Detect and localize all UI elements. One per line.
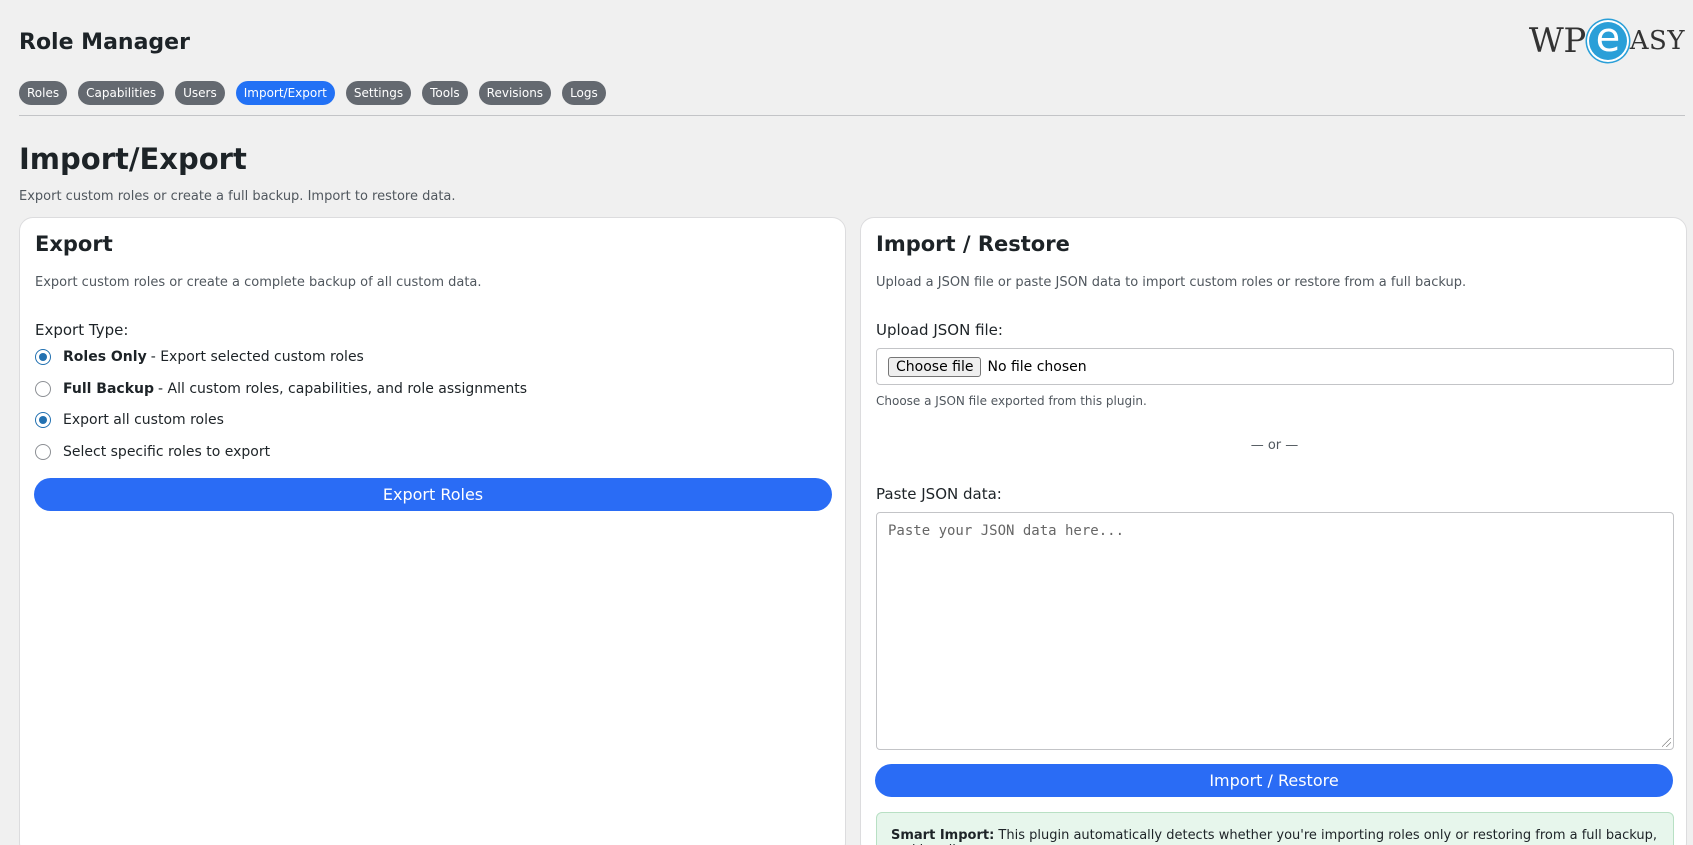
smart-import-notice: Smart Import: This plugin automatically … — [876, 812, 1674, 845]
radio-export-all-text: Export all custom roles — [63, 412, 224, 428]
import-description: Upload a JSON file or paste JSON data to… — [876, 275, 1467, 290]
radio-full-backup-bold: Full Backup — [63, 381, 155, 397]
tab-revisions[interactable]: Revisions — [478, 81, 552, 105]
import-restore-button[interactable]: Import / Restore — [875, 764, 1673, 797]
paste-json-label: Paste JSON data: — [876, 485, 1002, 503]
choose-file-button[interactable]: Choose file — [888, 356, 982, 377]
radio-export-all-input[interactable] — [35, 412, 51, 428]
radio-full-backup-input[interactable] — [35, 381, 51, 397]
upload-json-label: Upload JSON file: — [876, 321, 1003, 339]
export-type-label: Export Type: — [35, 321, 129, 339]
radio-roles-only-text: - Export selected custom roles — [150, 349, 364, 365]
export-roles-button[interactable]: Export Roles — [34, 478, 832, 511]
app-title: Role Manager — [19, 30, 190, 55]
radio-full-backup[interactable]: Full Backup - All custom roles, capabili… — [35, 381, 527, 397]
header-divider — [19, 115, 1685, 116]
radio-select-specific-input[interactable] — [35, 444, 51, 460]
page-description: Export custom roles or create a full bac… — [19, 189, 456, 204]
export-description: Export custom roles or create a complete… — [35, 275, 482, 290]
or-separator: — or — — [1250, 438, 1299, 453]
tab-capabilities[interactable]: Capabilities — [78, 81, 165, 105]
file-upload-input[interactable]: Choose file No file chosen — [876, 348, 1674, 385]
wpeasy-logo: WP e ASY — [1528, 18, 1685, 62]
radio-select-specific[interactable]: Select specific roles to export — [35, 444, 270, 460]
import-card: Import / Restore Upload a JSON file or p… — [860, 217, 1687, 845]
tab-users[interactable]: Users — [175, 81, 225, 105]
notice-bold: Smart Import: — [891, 828, 995, 843]
file-status: No file chosen — [987, 358, 1087, 375]
upload-hint: Choose a JSON file exported from this pl… — [876, 394, 1147, 408]
notice-text: This plugin automatically detects whethe… — [891, 828, 1658, 845]
json-data-textarea[interactable]: Paste your JSON data here... — [876, 512, 1674, 750]
main-nav-tabs: Roles Capabilities Users Import/Export S… — [19, 81, 606, 105]
page-title: Import/Export — [19, 142, 247, 176]
radio-roles-only-input[interactable] — [35, 349, 51, 365]
radio-roles-only[interactable]: Roles Only - Export selected custom role… — [35, 349, 364, 365]
export-title: Export — [35, 232, 113, 256]
tab-roles[interactable]: Roles — [19, 81, 68, 105]
radio-roles-only-bold: Roles Only — [63, 349, 147, 365]
logo-wp-text: WP — [1528, 21, 1586, 61]
import-title: Import / Restore — [876, 232, 1070, 256]
logo-asy-text: ASY — [1629, 26, 1685, 56]
radio-full-backup-text: - All custom roles, capabilities, and ro… — [158, 381, 528, 397]
resize-grip-icon[interactable] — [1662, 738, 1671, 747]
radio-select-specific-text: Select specific roles to export — [63, 444, 271, 460]
tab-settings[interactable]: Settings — [345, 81, 412, 105]
radio-export-all[interactable]: Export all custom roles — [35, 412, 224, 428]
tab-tools[interactable]: Tools — [422, 81, 468, 105]
export-card: Export Export custom roles or create a c… — [19, 217, 846, 845]
tab-import-export[interactable]: Import/Export — [235, 81, 335, 105]
tab-logs[interactable]: Logs — [562, 81, 606, 105]
logo-e-icon: e — [1586, 18, 1629, 62]
